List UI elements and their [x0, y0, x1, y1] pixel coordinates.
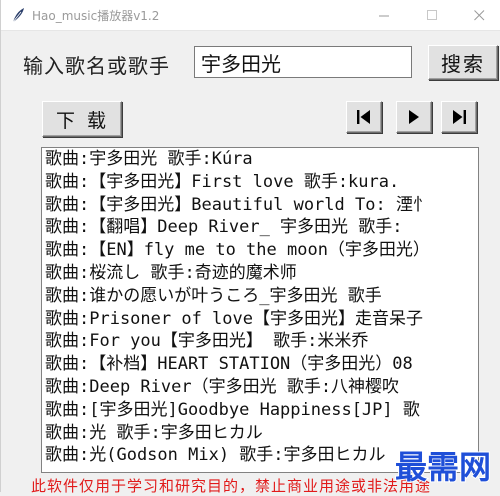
minimize-icon — [378, 15, 389, 16]
title-bar: Hao_music播放器v1.2 — [1, 0, 500, 31]
play-button[interactable] — [396, 101, 432, 133]
minimize-button[interactable] — [361, 0, 407, 30]
watermark-logo: 最需网 — [394, 447, 492, 486]
watermark-text: 最需网 — [395, 448, 491, 486]
list-item[interactable]: 歌曲:宇多田光 歌手:Kúra — [42, 148, 478, 171]
list-item[interactable]: 歌曲:Deep River（宇多田光 歌手:八神樱吹 — [42, 376, 478, 399]
next-track-button[interactable] — [441, 101, 477, 133]
list-item[interactable]: 歌曲:光 歌手:宇多田ヒカル — [42, 422, 478, 445]
list-item[interactable]: 歌曲:谁かの愿いが叶うころ_宇多田光 歌手 — [42, 285, 478, 308]
list-item[interactable]: 歌曲:【宇多田光】Beautiful world To: 湮忄 — [42, 194, 478, 217]
skip-back-icon — [357, 110, 370, 124]
maximize-button[interactable] — [409, 0, 455, 30]
skip-forward-icon — [453, 110, 466, 124]
results-listbox[interactable]: 歌曲:宇多田光 歌手:Kúra 歌曲:【宇多田光】First love 歌手:ku… — [41, 147, 479, 473]
disclaimer-notice: 此软件仅用于学习和研究目的，禁止商业用途或非法用途 — [31, 477, 432, 495]
feather-app-icon — [12, 8, 24, 23]
list-item[interactable]: 歌曲:For you【宇多田光】 歌手:米米乔 — [42, 330, 478, 353]
list-item[interactable]: 歌曲:[宇多田光]Goodbye Happiness[JP] 歌 — [42, 399, 478, 422]
list-item[interactable]: 歌曲:【宇多田光】First love 歌手:kura. — [42, 171, 478, 194]
close-button[interactable] — [456, 0, 500, 30]
list-item[interactable]: 歌曲:桜流し 歌手:奇迹的魔术师 — [42, 262, 478, 285]
list-item[interactable]: 歌曲:【EN】fly me to the moon（宇多田光） — [42, 239, 478, 262]
download-button[interactable]: 下载 — [42, 101, 122, 137]
search-button[interactable]: 搜索 — [428, 45, 498, 80]
list-item[interactable]: 歌曲:【补档】HEART STATION（宇多田光）08 — [42, 353, 478, 376]
maximize-icon — [426, 9, 437, 20]
play-icon — [409, 110, 419, 124]
previous-track-button[interactable] — [346, 101, 382, 133]
list-item[interactable]: 歌曲:【翻唱】Deep River_ 宇多田光 歌手: — [42, 216, 478, 239]
list-item[interactable]: 歌曲:Prisoner of love【宇多田光】走音呆子 — [42, 308, 478, 331]
search-input[interactable] — [194, 46, 412, 78]
window-title: Hao_music播放器v1.2 — [32, 9, 160, 23]
search-label: 输入歌名或歌手 — [23, 54, 170, 78]
app-window: Hao_music播放器v1.2 输入歌名或歌手 搜索 下载 歌曲:宇多田光 歌… — [0, 0, 500, 495]
close-icon — [473, 9, 484, 20]
